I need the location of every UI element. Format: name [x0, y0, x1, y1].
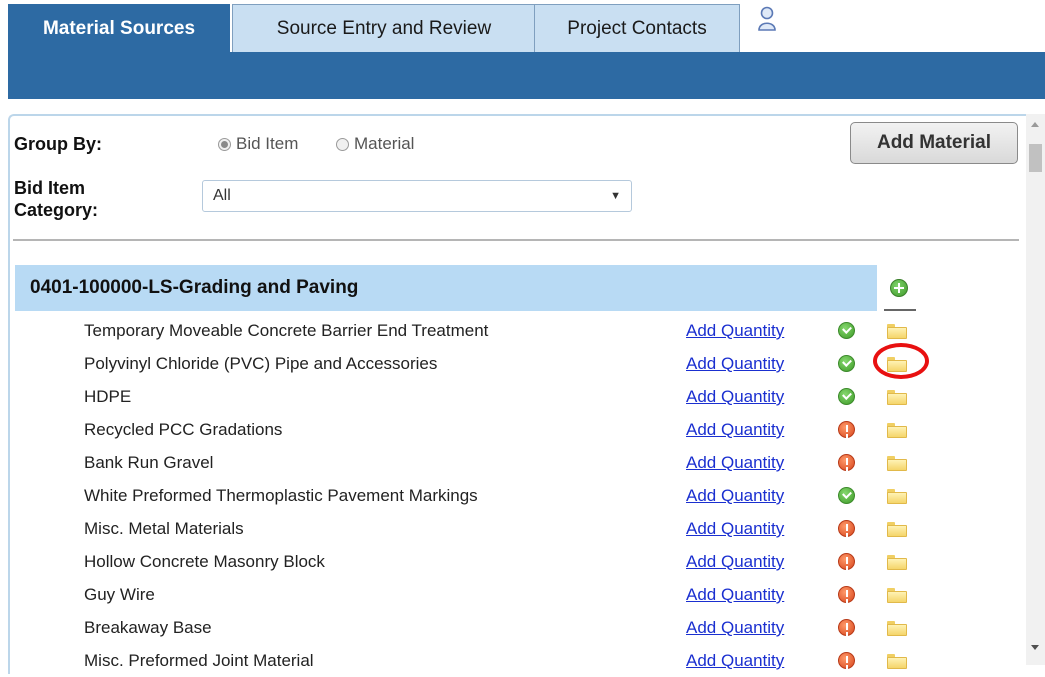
red-circle-annotation	[873, 343, 929, 379]
add-quantity-link[interactable]: Add Quantity	[686, 611, 784, 644]
item-name: Polyvinyl Chloride (PVC) Pipe and Access…	[84, 354, 438, 373]
bid-item-category-label-line1: Bid Item	[14, 178, 86, 198]
folder-icon[interactable]	[887, 423, 907, 438]
list-item: Bank Run Gravel Add Quantity	[0, 446, 1020, 479]
check-status-icon	[838, 487, 855, 504]
warning-status-icon	[838, 619, 855, 636]
add-quantity-link[interactable]: Add Quantity	[686, 380, 784, 413]
vertical-scrollbar[interactable]	[1026, 114, 1045, 665]
add-quantity-link[interactable]: Add Quantity	[686, 512, 784, 545]
tab-project-contacts[interactable]: Project Contacts	[534, 4, 740, 52]
bid-item-category-value: All	[213, 187, 231, 204]
item-name: Misc. Metal Materials	[84, 519, 244, 538]
check-status-icon	[838, 322, 855, 339]
folder-icon[interactable]	[887, 456, 907, 471]
add-quantity-link[interactable]: Add Quantity	[686, 479, 784, 512]
group-title: 0401-100000-LS-Grading and Paving	[30, 277, 359, 298]
folder-icon[interactable]	[887, 324, 907, 339]
add-quantity-link[interactable]: Add Quantity	[686, 347, 784, 380]
item-name: Hollow Concrete Masonry Block	[84, 552, 325, 571]
list-item: Recycled PCC Gradations Add Quantity	[0, 413, 1020, 446]
add-material-button[interactable]: Add Material	[850, 122, 1018, 164]
radio-material-dot[interactable]	[336, 137, 349, 151]
group-header: 0401-100000-LS-Grading and Paving	[15, 265, 877, 311]
item-name: Misc. Preformed Joint Material	[84, 651, 314, 670]
bid-item-category-label-line2: Category:	[14, 200, 99, 220]
list-item: Misc. Preformed Joint Material Add Quanti…	[0, 644, 1020, 677]
item-name: Bank Run Gravel	[84, 453, 214, 472]
item-name: Breakaway Base	[84, 618, 212, 637]
warning-status-icon	[838, 454, 855, 471]
header-bar	[8, 52, 1045, 99]
list-item: Temporary Moveable Concrete Barrier End …	[0, 314, 1020, 347]
warning-status-icon	[838, 421, 855, 438]
folder-icon[interactable]	[887, 555, 907, 570]
folder-icon[interactable]	[887, 390, 907, 405]
list-item: HDPE Add Quantity	[0, 380, 1020, 413]
folder-icon[interactable]	[887, 489, 907, 504]
list-item: Guy Wire Add Quantity	[0, 578, 1020, 611]
tab-bar: Material Sources Source Entry and Review…	[8, 0, 1045, 52]
radio-material[interactable]: Material	[336, 134, 414, 154]
list-item: Hollow Concrete Masonry Block Add Quantit…	[0, 545, 1020, 578]
folder-icon[interactable]	[887, 621, 907, 636]
divider	[13, 239, 1019, 241]
plus-underline	[884, 309, 916, 311]
list-item: Misc. Metal Materials Add Quantity	[0, 512, 1020, 545]
warning-status-icon	[838, 553, 855, 570]
radio-bid-item-dot[interactable]	[218, 137, 231, 151]
add-quantity-link[interactable]: Add Quantity	[686, 446, 784, 479]
add-quantity-link[interactable]: Add Quantity	[686, 314, 784, 347]
warning-status-icon	[838, 652, 855, 669]
add-quantity-link[interactable]: Add Quantity	[686, 413, 784, 446]
group-by-label: Group By:	[14, 134, 102, 154]
radio-bid-item-label: Bid Item	[236, 134, 299, 153]
scroll-thumb[interactable]	[1029, 144, 1042, 172]
scroll-down-icon[interactable]	[1031, 645, 1039, 650]
list-item: Polyvinyl Chloride (PVC) Pipe and Access…	[0, 347, 1020, 380]
bid-item-category-select[interactable]: All ▼	[202, 180, 632, 212]
radio-bid-item[interactable]: Bid Item	[218, 134, 298, 154]
radio-material-label: Material	[354, 134, 415, 153]
list-item: Breakaway Base Add Quantity	[0, 611, 1020, 644]
folder-icon[interactable]	[887, 588, 907, 603]
tab-source-entry-and-review[interactable]: Source Entry and Review	[232, 4, 536, 52]
plus-circle-icon[interactable]	[890, 279, 908, 297]
check-status-icon	[838, 388, 855, 405]
tab-material-sources[interactable]: Material Sources	[8, 4, 230, 52]
check-status-icon	[838, 355, 855, 372]
folder-icon[interactable]	[887, 522, 907, 537]
item-name: Recycled PCC Gradations	[84, 420, 283, 439]
item-name: White Preformed Thermoplastic Pavement M…	[84, 486, 478, 505]
item-name: HDPE	[84, 387, 132, 406]
folder-icon[interactable]	[887, 654, 907, 669]
scroll-up-icon[interactable]	[1031, 122, 1039, 127]
list-item: White Preformed Thermoplastic Pavement M…	[0, 479, 1020, 512]
add-quantity-link[interactable]: Add Quantity	[686, 545, 784, 578]
user-icon[interactable]	[756, 6, 778, 32]
dropdown-arrow-icon: ▼	[610, 190, 621, 202]
add-quantity-link[interactable]: Add Quantity	[686, 578, 784, 611]
item-name: Guy Wire	[84, 585, 155, 604]
warning-status-icon	[838, 586, 855, 603]
add-quantity-link[interactable]: Add Quantity	[686, 644, 784, 677]
item-name: Temporary Moveable Concrete Barrier End …	[84, 321, 489, 340]
warning-status-icon	[838, 520, 855, 537]
